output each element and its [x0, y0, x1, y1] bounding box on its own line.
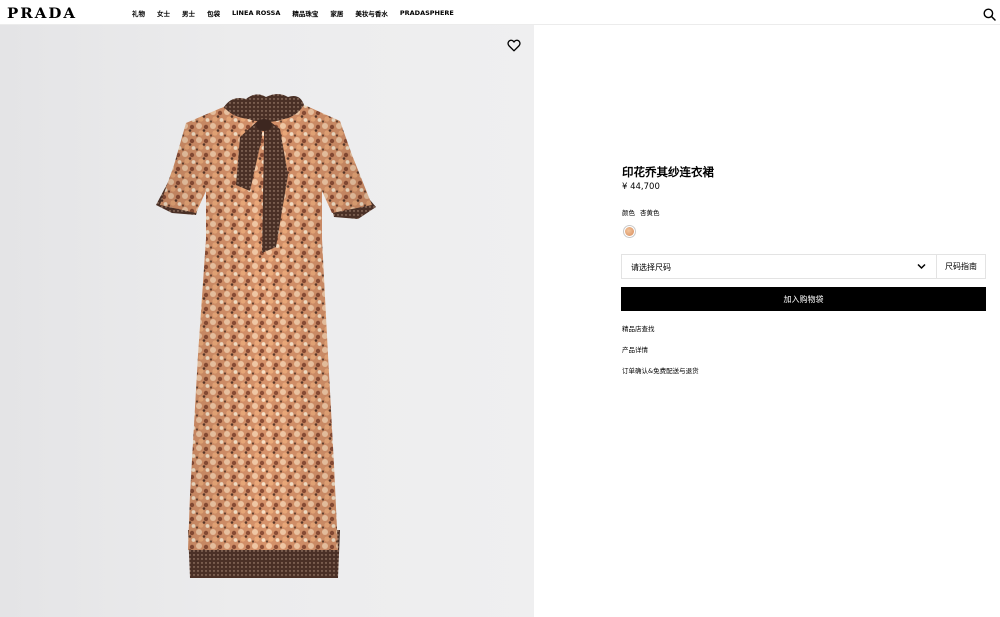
nav-item-beauty[interactable]: 美妆与香水 [355, 8, 388, 18]
nav-item-pradasphere[interactable]: PRADASPHERE [400, 9, 454, 17]
chevron-down-icon [917, 263, 926, 270]
search-icon [983, 8, 996, 21]
site-header: PRADA 礼物 女士 男士 包袋 LINEA ROSSA 精品珠宝 家居 美妆… [0, 0, 1000, 25]
nav-item-linea-rossa[interactable]: LINEA ROSSA [232, 9, 280, 17]
color-swatch-apricot[interactable] [623, 225, 636, 238]
product-title: 印花乔其纱连衣裙 [622, 165, 714, 179]
size-dropdown-label: 请选择尺码 [631, 263, 671, 272]
size-guide-button[interactable]: 尺码指南 [937, 254, 986, 279]
main-nav: 礼物 女士 男士 包袋 LINEA ROSSA 精品珠宝 家居 美妆与香水 PR… [132, 0, 466, 25]
nav-item-bags[interactable]: 包袋 [207, 8, 220, 18]
prada-logo[interactable]: PRADA [7, 4, 77, 21]
heart-icon [507, 39, 521, 52]
color-label-row: 颜色 杏黄色 [622, 207, 660, 217]
dress-image [156, 94, 376, 578]
shipping-returns-link[interactable]: 订单确认&免费配送与退货 [622, 365, 699, 375]
product-details-link[interactable]: 产品详情 [622, 344, 648, 354]
add-to-bag-button[interactable]: 加入购物袋 [621, 287, 986, 311]
color-value: 杏黄色 [640, 209, 660, 217]
product-info-panel: 印花乔其纱连衣裙 ¥ 44,700 颜色 杏黄色 请选择尺码 尺码指南 加入购物袋… [534, 25, 1000, 617]
store-finder-link[interactable]: 精品店查找 [622, 323, 655, 333]
size-dropdown[interactable]: 请选择尺码 [621, 254, 937, 279]
nav-item-home[interactable]: 家居 [330, 8, 343, 18]
wishlist-button[interactable] [507, 37, 521, 52]
search-button[interactable] [983, 6, 996, 21]
product-image-gallery[interactable] [0, 25, 534, 617]
nav-item-gifts[interactable]: 礼物 [132, 8, 145, 18]
product-price: ¥ 44,700 [622, 182, 660, 192]
color-label: 颜色 [622, 209, 635, 217]
swatch-fill [625, 227, 634, 236]
nav-item-women[interactable]: 女士 [157, 8, 170, 18]
nav-item-men[interactable]: 男士 [182, 8, 195, 18]
nav-item-fine-jewelry[interactable]: 精品珠宝 [292, 8, 318, 18]
